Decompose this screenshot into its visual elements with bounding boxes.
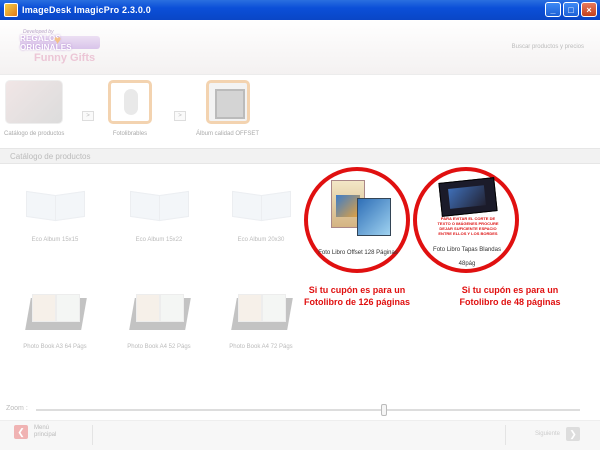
step-label: Álbum calidad OFFSET bbox=[196, 131, 260, 137]
step-label: Fotolibrables bbox=[112, 131, 148, 137]
main-menu-label-line1: Menú bbox=[34, 425, 50, 431]
album-icon bbox=[128, 183, 190, 229]
book-icon bbox=[128, 290, 191, 336]
product-eco-album-20x30[interactable]: Eco Album 20x30 bbox=[206, 183, 316, 243]
logo-subtitle: Funny Gifts bbox=[34, 52, 96, 64]
arrow-right-icon: > bbox=[82, 111, 94, 121]
product-warning-text: PARA EVITAR EL CORTE DE TEXTO O IMÁGENES… bbox=[437, 216, 499, 236]
main-menu-label-line2: principal bbox=[34, 432, 57, 438]
album-icon bbox=[230, 183, 292, 229]
step-catalog[interactable]: Catálogo de productos bbox=[4, 80, 64, 137]
product-photo-book-a3-64[interactable]: Photo Book A3 64 Págs bbox=[0, 290, 110, 350]
callout-48-line1: Si tu cupón es para un bbox=[461, 285, 559, 295]
photobook-icon: PARA EVITAR EL CORTE DE TEXTO O IMÁGENES… bbox=[430, 177, 504, 240]
maximize-button[interactable]: □ bbox=[563, 2, 579, 17]
book-icon bbox=[24, 290, 87, 336]
product-label: Photo Book A3 64 Págs bbox=[23, 344, 87, 350]
callout-48-line2: Fotolibro de 48 páginas bbox=[459, 297, 561, 307]
logo: Developed by REGALOS ORIGINALES ♥ Funny … bbox=[20, 27, 104, 71]
zoom-slider-handle[interactable] bbox=[381, 404, 388, 416]
next-button[interactable]: Siguiente ❯ bbox=[535, 427, 580, 441]
product-eco-album-15x22[interactable]: Eco Album 15x22 bbox=[104, 183, 214, 243]
close-button[interactable]: × bbox=[581, 2, 597, 17]
divider bbox=[505, 425, 506, 445]
product-label-line1: Foto Libro Tapas Blandas bbox=[433, 247, 501, 253]
main-menu-label: Menú principal bbox=[34, 425, 56, 439]
arrow-right-icon: ❯ bbox=[566, 427, 580, 441]
window-title: ImageDesk ImagicPro 2.3.0.0 bbox=[22, 5, 151, 15]
book-icon bbox=[230, 290, 293, 336]
header: Developed by REGALOS ORIGINALES ♥ Funny … bbox=[0, 20, 600, 75]
minimize-button[interactable]: _ bbox=[545, 2, 561, 17]
footer: ❮ Menú principal Siguiente ❯ bbox=[0, 420, 600, 450]
heart-icon: ♥ bbox=[54, 33, 62, 47]
product-foto-libro-offset-128[interactable]: Foto Libro Offset 128 Páginas bbox=[306, 176, 410, 256]
zoom-slider-track[interactable] bbox=[36, 409, 580, 411]
section-title: Catálogo de productos bbox=[0, 148, 600, 164]
callout-48: Si tu cupón es para un Fotolibro de 48 p… bbox=[448, 284, 572, 308]
zoom-label: Zoom : bbox=[6, 405, 28, 412]
product-label: Photo Book A4 52 Págs bbox=[127, 344, 191, 350]
step-album-offset[interactable]: Álbum calidad OFFSET bbox=[196, 80, 259, 137]
window-controls: _ □ × bbox=[545, 2, 597, 17]
catalog-thumbnail bbox=[5, 80, 64, 124]
album-icon bbox=[24, 183, 86, 229]
next-label: Siguiente bbox=[534, 431, 560, 437]
step-navigation: Catálogo de productos > Fotolibrables > … bbox=[0, 76, 600, 146]
product-label: Foto Libro Offset 128 Páginas bbox=[318, 250, 398, 256]
product-label: Photo Book A4 72 Págs bbox=[229, 344, 293, 350]
product-eco-album-15x15[interactable]: Eco Album 15x15 bbox=[0, 183, 110, 243]
product-photo-book-a4-52[interactable]: Photo Book A4 52 Págs bbox=[104, 290, 214, 350]
product-photo-book-a4-72[interactable]: Photo Book A4 72 Págs bbox=[206, 290, 316, 350]
main-menu-button[interactable]: ❮ Menú principal bbox=[14, 425, 56, 439]
step-label: Catálogo de productos bbox=[4, 131, 65, 137]
album-offset-thumbnail bbox=[205, 80, 250, 124]
product-label: Eco Album 15x15 bbox=[31, 237, 79, 243]
arrow-left-icon: ❮ bbox=[14, 425, 28, 439]
product-label: Eco Album 15x22 bbox=[135, 237, 183, 243]
title-bar: ImageDesk ImagicPro 2.3.0.0 _ □ × bbox=[0, 0, 600, 20]
product-label: Eco Album 20x30 bbox=[237, 237, 285, 243]
photobook-icon bbox=[323, 176, 393, 244]
product-foto-libro-tapas-blandas[interactable]: PARA EVITAR EL CORTE DE TEXTO O IMÁGENES… bbox=[415, 177, 519, 268]
app-icon bbox=[4, 3, 18, 17]
search-products-link[interactable]: Buscar productos y precios bbox=[512, 44, 584, 50]
step-fotolibrables[interactable]: Fotolibrables bbox=[108, 80, 152, 137]
fotolibrables-thumbnail bbox=[108, 80, 152, 124]
product-label-line2: 48pág bbox=[458, 261, 476, 267]
divider bbox=[92, 425, 93, 445]
zoom-control: Zoom : bbox=[0, 402, 600, 418]
arrow-right-icon: > bbox=[174, 111, 186, 121]
